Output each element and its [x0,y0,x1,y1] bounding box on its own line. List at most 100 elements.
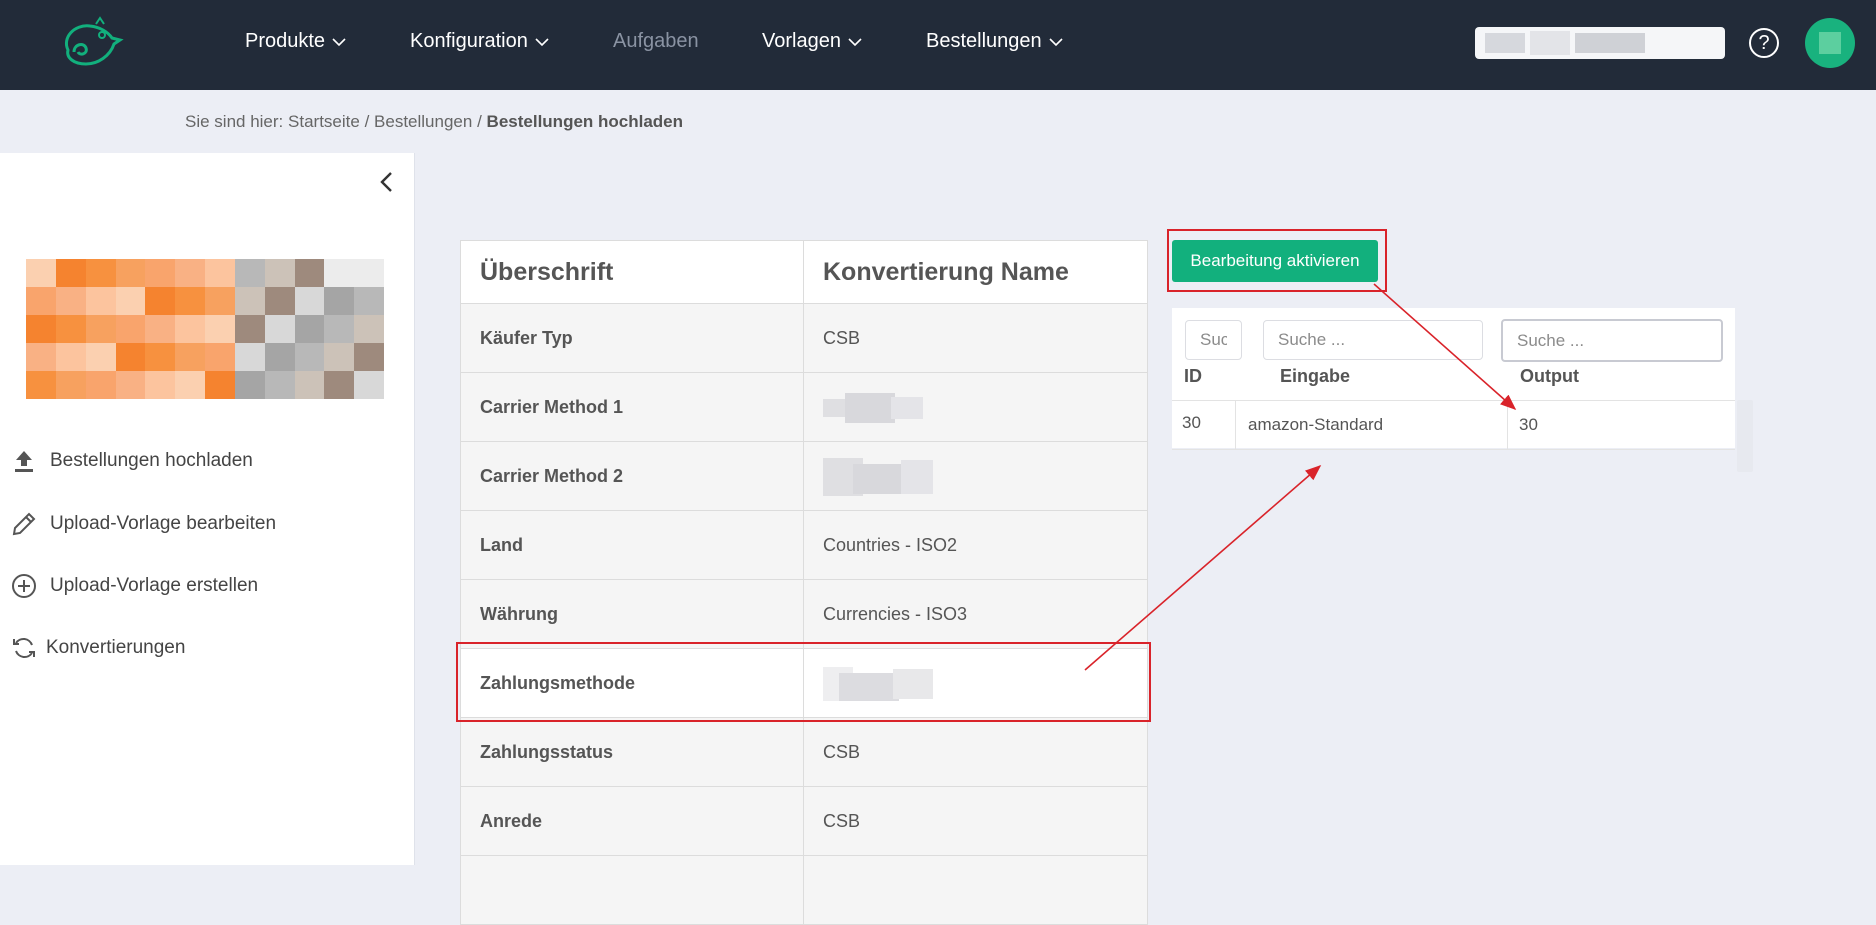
logo-pixel [264,371,295,399]
table-header-row: Überschrift Konvertierung Name [460,240,1148,304]
help-icon[interactable]: ? [1749,28,1779,58]
nav-aufgaben-label: Aufgaben [613,30,699,52]
column-header-id[interactable]: ID [1184,366,1202,387]
logo-pixel [234,343,265,371]
table-row[interactable]: Käufer Typ CSB [460,303,1148,373]
nav-vorlagen[interactable]: Vorlagen [762,30,863,53]
redacted-block [1575,33,1645,53]
filter-eingabe-input[interactable] [1263,320,1483,360]
column-header-output[interactable]: Output [1520,366,1579,387]
nav-produkte-label: Produkte [245,30,326,52]
logo-pixel [55,371,86,399]
table-row[interactable]: Carrier Method 2 [460,441,1148,511]
cell-output: 30 [1507,401,1735,449]
logo-pixel [264,343,295,371]
nav-aufgaben[interactable]: Aufgaben [613,30,699,53]
breadcrumb-home[interactable]: Startseite [288,112,360,131]
logo-pixel [264,315,295,343]
logo-pixel [26,315,56,343]
breadcrumb-current: Bestellungen hochladen [486,112,684,131]
row-value: Currencies - ISO3 [803,579,1148,649]
table-row[interactable]: Anrede CSB [460,786,1148,856]
logo-pixel [145,371,176,399]
row-value: Countries - ISO2 [803,510,1148,580]
logo-pixel [234,259,265,287]
logo-pixel [175,315,205,343]
sidebar-item-upload-vorlage-bearbeiten[interactable]: Upload-Vorlage bearbeiten [10,510,276,538]
logo-pixel [324,315,355,343]
chevron-down-icon [1049,37,1063,46]
logo-pixel [115,343,146,371]
breadcrumb-prefix: Sie sind hier: [185,112,284,131]
table-row[interactable] [460,855,1148,925]
logo-pixel [115,371,146,399]
breadcrumb: Sie sind hier: Startseite / Bestellungen… [185,112,683,132]
table-row[interactable]: Land Countries - ISO2 [460,510,1148,580]
conversion-table: Überschrift Konvertierung Name Käufer Ty… [460,240,1148,925]
logo-pixel [175,343,205,371]
table-row[interactable]: Zahlungsstatus CSB [460,717,1148,787]
logo-pixel [85,343,116,371]
row-key: Währung [460,579,804,649]
chevron-down-icon [535,37,549,46]
refresh-icon [13,638,35,658]
breadcrumb-bestellungen[interactable]: Bestellungen [374,112,472,131]
user-avatar[interactable] [1805,18,1855,68]
logo-pixel [145,259,176,287]
logo-pixel [145,315,176,343]
logo-pixel [354,287,384,315]
chameleon-logo-icon[interactable] [56,16,126,72]
redacted-value [823,387,923,427]
sidebar-item-bestellungen-hochladen[interactable]: Bestellungen hochladen [10,447,253,475]
column-header-konvertierung-name[interactable]: Konvertierung Name [803,240,1148,304]
logo-pixel [354,259,384,287]
sidebar-item-upload-vorlage-erstellen[interactable]: Upload-Vorlage erstellen [10,572,258,600]
logo-pixel [55,287,86,315]
logo-pixel [264,287,295,315]
logo-pixel [175,287,205,315]
pencil-icon [12,512,36,536]
collapse-sidebar-icon[interactable] [376,169,398,195]
breadcrumb-separator: / [477,112,482,131]
column-header-eingabe[interactable]: Eingabe [1280,366,1350,387]
nav-vorlagen-label: Vorlagen [762,30,841,52]
logo-pixel [205,259,235,287]
logo-pixel [26,343,56,371]
sidebar-item-label: Upload-Vorlage erstellen [50,575,259,596]
annotation-box-zahlungsmethode [456,642,1151,722]
logo-pixel [205,343,235,371]
logo-pixel [354,315,384,343]
column-header-ueberschrift[interactable]: Überschrift [460,240,804,304]
logo-pixel [175,371,205,399]
row-value-redacted [803,372,1148,442]
table-row[interactable]: Carrier Method 1 [460,372,1148,442]
conversion-values-table: ID Eingabe Output 30 amazon-Standard 30 [1172,308,1735,450]
table-row[interactable]: 30 amazon-Standard 30 [1172,400,1735,450]
nav-bestellungen[interactable]: Bestellungen [926,30,1064,53]
logo-pixel [26,371,56,399]
row-key: Carrier Method 1 [460,372,804,442]
activate-editing-button[interactable]: Bearbeitung aktivieren [1172,240,1378,282]
nav-konfiguration[interactable]: Konfiguration [410,30,550,53]
logo-pixel [175,259,205,287]
row-key: Anrede [460,786,804,856]
account-selector[interactable] [1475,27,1725,59]
sidebar-item-label: Konvertierungen [46,637,186,658]
logo-pixel [85,315,116,343]
plus-circle-icon [12,574,36,598]
filter-output-input[interactable] [1501,319,1723,362]
nav-produkte[interactable]: Produkte [245,30,347,53]
logo-pixel [205,315,235,343]
logo-pixel [26,259,56,287]
logo-pixel [264,259,295,287]
logo-pixel [234,287,265,315]
horizontal-scrollbar[interactable] [1737,400,1753,472]
row-value: CSB [803,786,1148,856]
top-navigation-bar: Produkte Konfiguration Aufgaben Vorlagen… [0,0,1876,90]
logo-pixel [55,343,86,371]
logo-pixel [85,287,116,315]
sidebar-item-konvertierungen[interactable]: Konvertierungen [10,634,185,662]
table-row[interactable]: Währung Currencies - ISO3 [460,579,1148,649]
row-key: Zahlungsstatus [460,717,804,787]
filter-id-input[interactable] [1185,320,1242,360]
